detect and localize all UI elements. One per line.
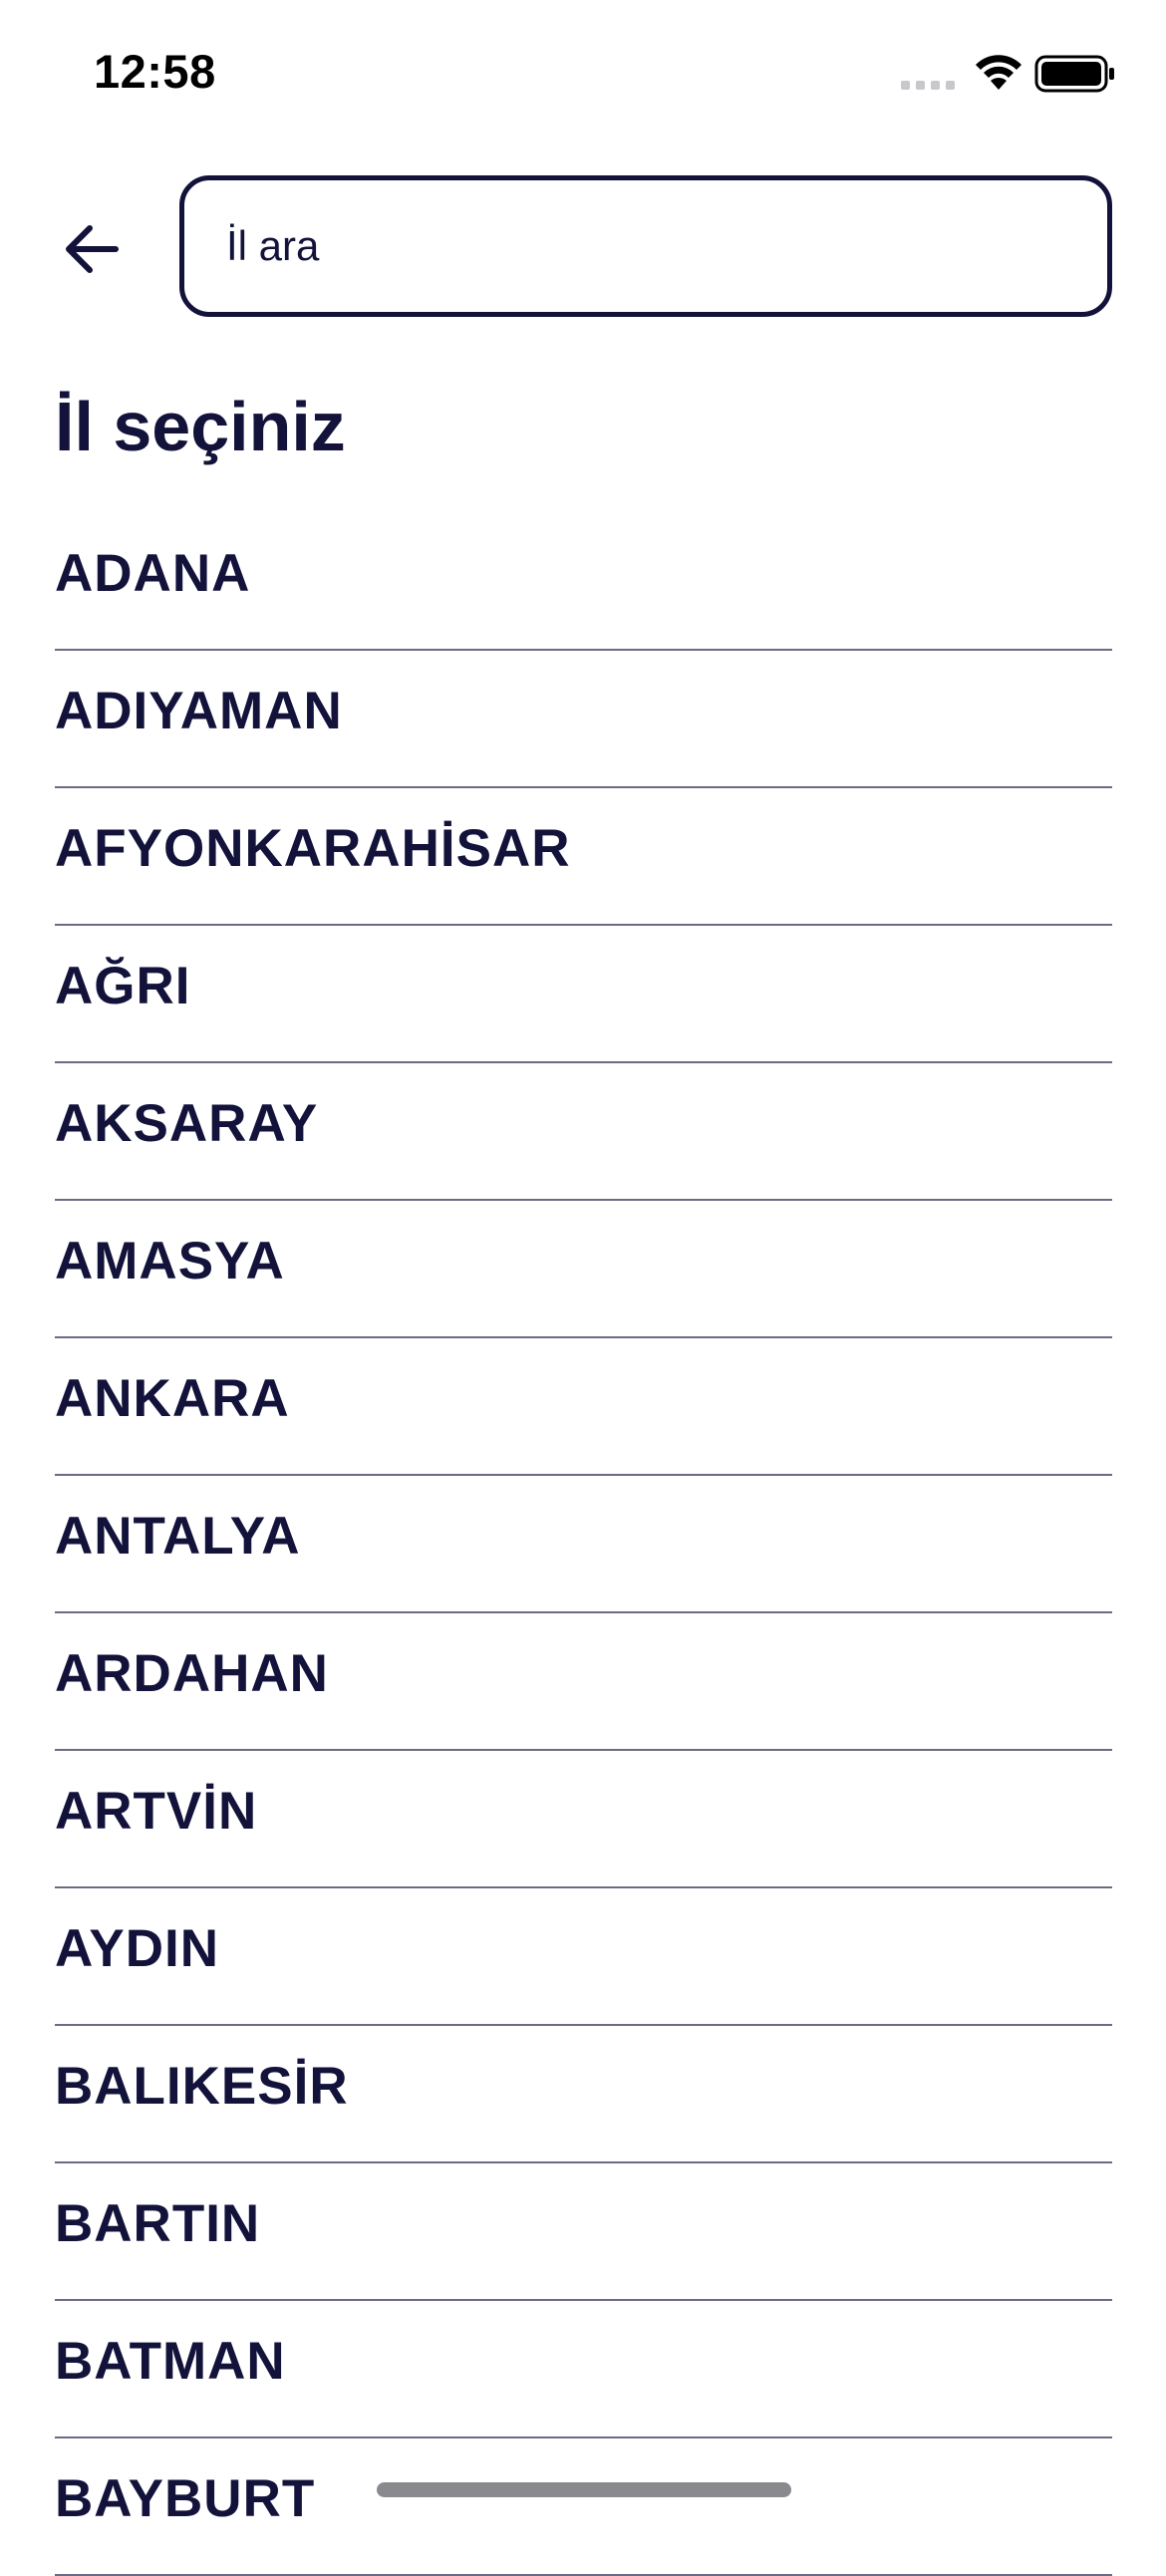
province-item[interactable]: AĞRI [55, 926, 1112, 1063]
province-label: ADANA [55, 543, 251, 603]
wifi-icon [973, 52, 1024, 97]
province-item[interactable]: BALIKESİR [55, 2026, 1112, 2163]
status-bar: 12:58 [0, 0, 1166, 149]
province-label: ADIYAMAN [55, 681, 343, 740]
back-button[interactable] [44, 207, 140, 291]
status-time: 12:58 [94, 45, 216, 98]
search-field[interactable] [179, 175, 1112, 317]
province-label: ARTVİN [55, 1781, 258, 1841]
province-label: AKSARAY [55, 1093, 319, 1153]
province-item[interactable]: AFYONKARAHİSAR [55, 788, 1112, 926]
signal-dots-icon [901, 81, 955, 90]
search-input[interactable] [224, 221, 1107, 271]
province-label: BATMAN [55, 2331, 286, 2391]
province-item[interactable]: ANTALYA [55, 1476, 1112, 1613]
battery-icon [1034, 55, 1116, 98]
province-item[interactable]: BATMAN [55, 2301, 1112, 2438]
arrow-left-icon [66, 225, 119, 273]
province-label: BAYBURT [55, 2468, 316, 2528]
province-item[interactable]: ANKARA [55, 1338, 1112, 1476]
province-label: AYDIN [55, 1918, 220, 1978]
province-label: ANKARA [55, 1368, 290, 1428]
province-item[interactable]: AKSARAY [55, 1063, 1112, 1201]
province-list: ADANA ADIYAMAN AFYONKARAHİSAR AĞRI AKSAR… [55, 513, 1112, 2576]
province-item[interactable]: BARTIN [55, 2163, 1112, 2301]
province-item[interactable]: ARTVİN [55, 1751, 1112, 1888]
search-header [0, 175, 1166, 321]
home-indicator[interactable] [377, 2482, 791, 2497]
province-label: AFYONKARAHİSAR [55, 818, 571, 878]
page-title: İl seçiniz [55, 388, 346, 465]
province-label: ANTALYA [55, 1506, 301, 1566]
province-label: AĞRI [55, 956, 191, 1015]
province-label: ARDAHAN [55, 1643, 329, 1703]
province-item[interactable]: ADANA [55, 513, 1112, 651]
province-label: BARTIN [55, 2193, 261, 2253]
province-item[interactable]: AMASYA [55, 1201, 1112, 1338]
province-label: BALIKESİR [55, 2056, 349, 2116]
province-item[interactable]: AYDIN [55, 1888, 1112, 2026]
province-item[interactable]: ADIYAMAN [55, 651, 1112, 788]
province-label: AMASYA [55, 1231, 285, 1290]
province-item[interactable]: ARDAHAN [55, 1613, 1112, 1751]
province-item[interactable]: BAYBURT [55, 2438, 1112, 2576]
